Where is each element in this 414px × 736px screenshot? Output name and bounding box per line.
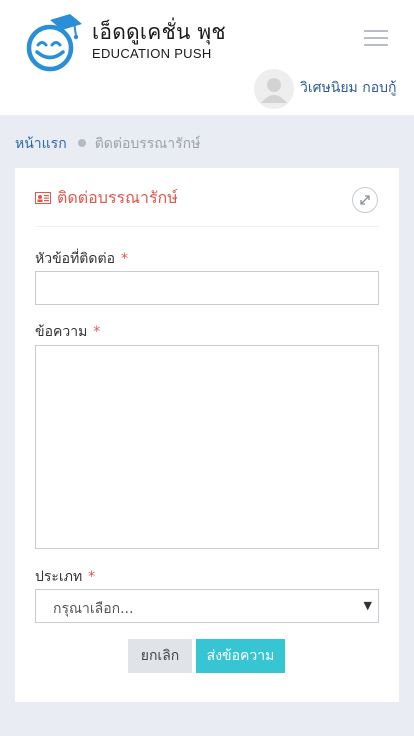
- send-message-button[interactable]: ส่งข้อความ: [196, 639, 285, 673]
- expand-icon: [360, 195, 370, 205]
- subject-label: หัวข้อที่ติดต่อ *: [35, 248, 128, 270]
- hamburger-menu-icon[interactable]: [364, 30, 388, 46]
- user-avatar-icon[interactable]: [254, 69, 294, 109]
- breadcrumb-separator-icon: [77, 139, 86, 147]
- expand-button[interactable]: [352, 187, 378, 213]
- subject-label-text: หัวข้อที่ติดต่อ: [35, 251, 115, 267]
- breadcrumb-home-link[interactable]: หน้าแรก: [15, 136, 67, 152]
- user-name-link[interactable]: วิเศษนิยม กอบกู้: [300, 77, 396, 99]
- subject-input[interactable]: [35, 271, 379, 305]
- contact-form-card: ติดต่อบรรณารักษ์ หัวข้อที่ติดต่อ * ข้อควา…: [15, 168, 399, 702]
- category-selected-value: กรุณาเลือก...: [53, 601, 134, 617]
- category-label: ประเภท *: [35, 566, 95, 588]
- brand-name-english: EDUCATION PUSH: [92, 46, 212, 61]
- breadcrumb-current: ติดต่อบรรณารักษ์: [94, 136, 201, 152]
- logo-icon[interactable]: [24, 12, 84, 74]
- message-label: ข้อความ *: [35, 321, 100, 343]
- message-label-text: ข้อความ: [35, 324, 88, 340]
- category-select[interactable]: กรุณาเลือก... ▼: [35, 589, 379, 623]
- form-title: ติดต่อบรรณารักษ์: [57, 188, 178, 207]
- app-header: เอ็ดดูเคชั่น พุช EDUCATION PUSH วิเศษนิย…: [0, 0, 414, 115]
- title-divider: [35, 226, 379, 227]
- brand-name-thai: เอ็ดดูเคชั่น พุช: [92, 20, 226, 44]
- chevron-down-icon: ▼: [363, 599, 372, 612]
- required-mark: *: [120, 251, 128, 267]
- contact-card-icon: [35, 192, 51, 204]
- message-textarea[interactable]: [35, 345, 379, 549]
- category-label-text: ประเภท: [35, 569, 83, 585]
- required-mark: *: [93, 324, 101, 340]
- required-mark: *: [88, 569, 96, 585]
- breadcrumb: หน้าแรก ติดต่อบรรณารักษ์: [15, 133, 200, 155]
- cancel-button[interactable]: ยกเลิก: [128, 639, 192, 673]
